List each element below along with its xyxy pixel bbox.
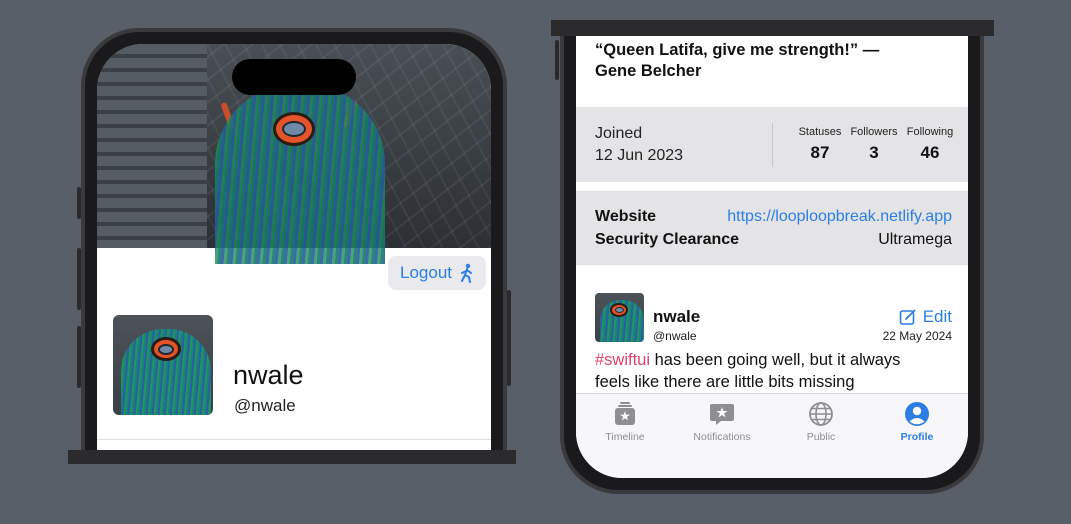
- avatar[interactable]: [113, 315, 213, 415]
- joined-date: 12 Jun 2023: [595, 147, 684, 164]
- tab-bar: Timeline Notifications Public Profile: [576, 393, 968, 478]
- phone-frame-right: “Queen Latifa, give me strength!” — Gene…: [560, 24, 984, 494]
- power-button: [507, 290, 511, 386]
- tab-profile[interactable]: Profile: [872, 400, 962, 443]
- field-website: Website https://looploopbreak.netlify.ap…: [595, 208, 952, 226]
- profile-fields: Website https://looploopbreak.netlify.ap…: [576, 191, 968, 265]
- profile-name: nwale: [233, 360, 304, 390]
- logout-label: Logout: [400, 263, 452, 282]
- stat-statuses[interactable]: Statuses 87: [790, 126, 850, 163]
- edit-button[interactable]: Edit: [899, 307, 952, 327]
- stat-followers[interactable]: Followers 3: [844, 126, 904, 163]
- website-link[interactable]: https://looploopbreak.netlify.app: [727, 208, 952, 226]
- field-security-clearance: Security Clearance Ultramega: [595, 231, 952, 248]
- post-date: 22 May 2024: [882, 329, 952, 343]
- volume-button: [555, 40, 559, 80]
- notifications-icon: [710, 404, 734, 425]
- cutoff-bar: [68, 450, 516, 464]
- edit-icon: [899, 309, 916, 325]
- post-avatar[interactable]: [595, 293, 644, 342]
- dynamic-island: [232, 59, 356, 95]
- cutoff-bar: [551, 20, 994, 36]
- tab-timeline[interactable]: Timeline: [580, 400, 670, 443]
- stats-panel: Joined 12 Jun 2023 Statuses 87 Followers…: [576, 107, 968, 182]
- post-handle: @nwale: [653, 329, 697, 343]
- phone-frame-left: Logout nwale @nwale: [81, 28, 507, 458]
- post-author: nwale: [653, 307, 701, 326]
- stats-divider: [772, 123, 773, 167]
- tab-notifications[interactable]: Notifications: [677, 400, 767, 443]
- hashtag-link[interactable]: #swiftui: [595, 351, 650, 369]
- joined-label: Joined: [595, 125, 643, 142]
- post-content: #swiftui has been going well, but it alw…: [595, 351, 901, 391]
- tab-public[interactable]: Public: [776, 400, 866, 443]
- globe-icon: [809, 402, 833, 426]
- profile-screen: Logout nwale @nwale: [97, 44, 491, 454]
- person-icon: [905, 402, 929, 426]
- logout-button[interactable]: Logout: [388, 256, 486, 290]
- profile-handle: @nwale: [234, 396, 296, 415]
- stat-following[interactable]: Following 46: [902, 126, 958, 163]
- timeline-icon: [615, 402, 635, 425]
- walking-figure-icon: [461, 263, 472, 283]
- profile-detail-screen: “Queen Latifa, give me strength!” — Gene…: [576, 24, 968, 478]
- profile-bio: “Queen Latifa, give me strength!” — Gene…: [595, 41, 880, 80]
- divider: [97, 439, 491, 440]
